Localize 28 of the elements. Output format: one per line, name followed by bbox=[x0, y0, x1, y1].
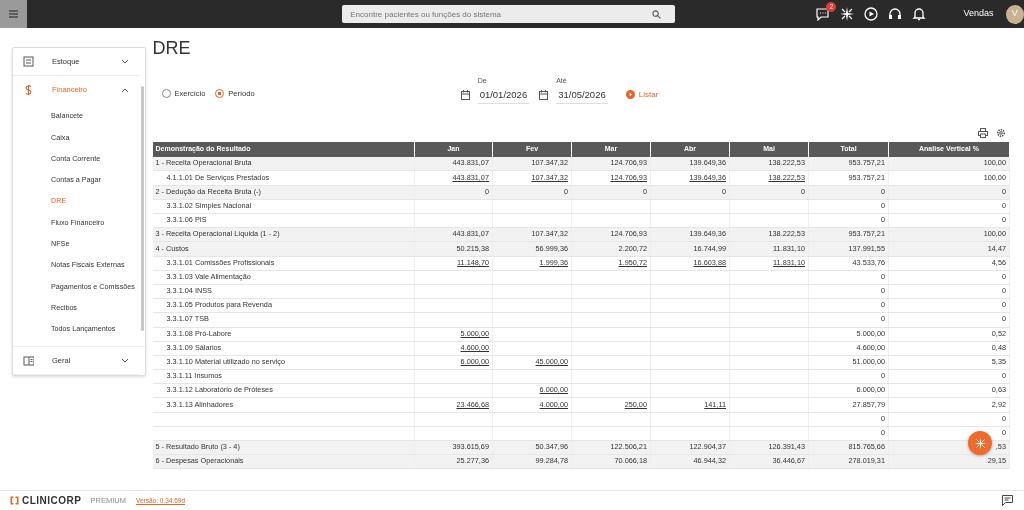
headset-icon[interactable] bbox=[887, 6, 904, 22]
assistant-button[interactable] bbox=[968, 431, 992, 455]
dollar-icon bbox=[23, 84, 34, 96]
menu-button[interactable] bbox=[0, 0, 28, 28]
date-field[interactable]: 01/01/2026 bbox=[477, 86, 530, 104]
settings-icon[interactable] bbox=[996, 127, 1006, 138]
date-field[interactable]: 31/05/2026 bbox=[556, 86, 608, 104]
user-name[interactable]: Vendas bbox=[963, 7, 994, 21]
chat-icon[interactable] bbox=[815, 7, 832, 21]
play-circle-icon bbox=[625, 90, 635, 100]
menu-icon bbox=[9, 10, 19, 18]
chat-icon[interactable] bbox=[1002, 495, 1013, 506]
search-field[interactable]: Encontre pacientes ou funções do sistema bbox=[342, 5, 676, 23]
calendar-icon bbox=[460, 89, 470, 100]
scrollbar[interactable] bbox=[140, 86, 144, 331]
page-title: DRE bbox=[152, 38, 192, 58]
list-icon bbox=[23, 55, 34, 68]
print-icon[interactable] bbox=[978, 127, 988, 138]
search-icon bbox=[652, 9, 662, 19]
sparkle-icon bbox=[973, 436, 987, 450]
bell-icon[interactable] bbox=[911, 6, 928, 22]
play-circle-icon[interactable] bbox=[863, 6, 880, 22]
calendar-icon bbox=[539, 89, 549, 100]
logo-icon bbox=[10, 496, 19, 505]
panel-icon bbox=[23, 354, 34, 367]
brand-name: CLINICORP bbox=[22, 494, 82, 508]
list-button[interactable]: Listar bbox=[625, 88, 659, 101]
radio-button[interactable] bbox=[215, 88, 225, 98]
